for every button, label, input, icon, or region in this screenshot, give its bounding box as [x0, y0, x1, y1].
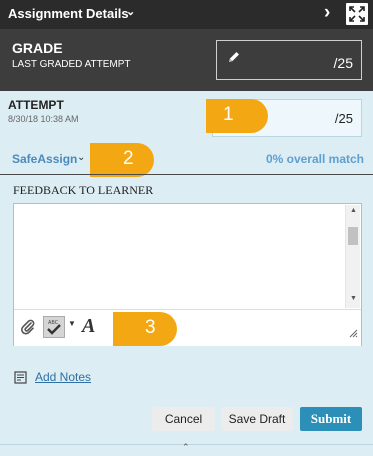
callout-number: 1	[223, 104, 234, 125]
font-style-button[interactable]: A	[82, 315, 95, 338]
save-draft-button[interactable]: Save Draft	[221, 407, 293, 431]
feedback-editor[interactable]: ▲ ▼ ABC ▼ A	[13, 203, 362, 346]
expand-icon[interactable]	[346, 3, 368, 25]
grade-section: GRADE LAST GRADED ATTEMPT /25	[0, 29, 373, 91]
scroll-down-icon[interactable]: ▼	[350, 295, 357, 302]
svg-text:ABC: ABC	[48, 320, 59, 326]
callout-number: 2	[123, 148, 134, 169]
grade-input[interactable]: /25	[216, 40, 362, 80]
cancel-button[interactable]: Cancel	[152, 407, 215, 431]
chevron-right-icon[interactable]: ›	[324, 2, 330, 24]
callout-2: 2	[90, 143, 154, 177]
attempt-max: /25	[334, 111, 353, 126]
panel-title[interactable]: Assignment Details	[8, 6, 129, 21]
callout-1: 1	[206, 99, 268, 133]
resize-handle-icon[interactable]	[349, 325, 358, 343]
editor-scrollbar[interactable]: ▲ ▼	[345, 205, 360, 308]
attempt-date: 8/30/18 10:38 AM	[8, 114, 79, 124]
caret-down-icon[interactable]: ▼	[68, 319, 76, 328]
safeassign-link[interactable]: SafeAssign	[12, 152, 77, 166]
submit-button[interactable]: Submit	[300, 407, 362, 431]
chevron-down-icon[interactable]: ⌄	[126, 5, 135, 18]
pencil-icon[interactable]	[227, 50, 241, 69]
feedback-label: FEEDBACK TO LEARNER	[13, 183, 154, 197]
add-notes-link[interactable]: Add Notes	[35, 370, 91, 384]
chevron-down-icon[interactable]: ⌄	[77, 152, 85, 163]
editor-toolbar: ABC ▼ A	[14, 309, 361, 346]
assignment-details-panel: Assignment Details ⌄ › GRADE LAST GRADED…	[0, 0, 373, 456]
callout-number: 3	[145, 317, 156, 338]
scroll-up-icon[interactable]: ▲	[350, 207, 357, 214]
panel-header: Assignment Details ⌄ ›	[0, 0, 373, 29]
notes-icon[interactable]	[14, 371, 27, 389]
paperclip-icon[interactable]	[20, 319, 36, 340]
attempt-label: ATTEMPT	[8, 98, 64, 112]
grade-label: GRADE	[12, 40, 63, 56]
safeassign-match: 0% overall match	[265, 152, 364, 166]
divider	[0, 174, 373, 175]
chevron-up-icon[interactable]: ⌃	[182, 442, 190, 453]
spellcheck-icon[interactable]: ABC	[43, 316, 65, 338]
grade-sublabel: LAST GRADED ATTEMPT	[12, 59, 131, 70]
grade-max: /25	[333, 55, 353, 71]
callout-3: 3	[113, 312, 177, 346]
scroll-thumb[interactable]	[348, 227, 358, 245]
